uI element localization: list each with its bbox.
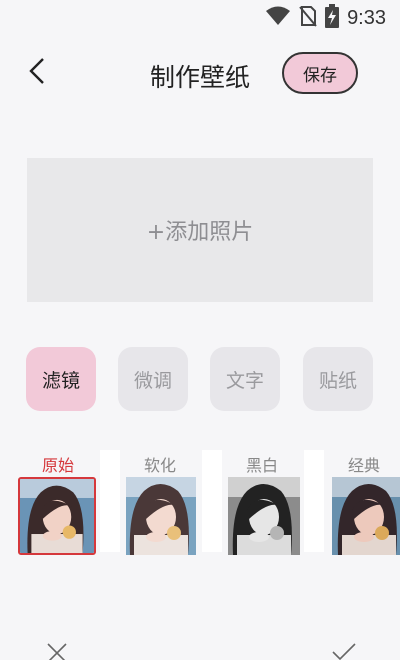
filter-label: 原始	[41, 456, 74, 475]
filter-list: 原始 软化 黑白 经典	[0, 450, 400, 556]
filter-bw[interactable]: 黑白	[222, 450, 302, 555]
status-bar: 9:33	[0, 0, 400, 36]
filter-thumbnail	[332, 477, 400, 555]
portrait-image	[20, 479, 94, 553]
add-photo-area[interactable]: +添加照片	[27, 158, 373, 302]
filter-classic[interactable]: 经典	[324, 450, 400, 555]
battery-charging-icon	[325, 4, 340, 32]
tab-text[interactable]: 文字	[210, 347, 280, 411]
check-icon	[332, 643, 356, 660]
portrait-image	[228, 477, 300, 555]
filter-thumbnail	[18, 477, 96, 555]
filter-label: 软化	[143, 456, 176, 475]
chevron-left-icon	[28, 57, 46, 89]
tab-filter[interactable]: 滤镜	[26, 347, 96, 411]
filter-soft[interactable]: 软化	[120, 450, 200, 555]
wifi-icon	[265, 6, 291, 30]
filter-label: 黑白	[245, 456, 278, 475]
filter-thumbnail	[228, 477, 300, 555]
status-icons: 9:33	[265, 4, 386, 32]
no-sim-icon	[299, 5, 317, 31]
portrait-image	[126, 477, 196, 555]
status-time: 9:33	[347, 6, 386, 29]
back-button[interactable]	[22, 58, 52, 88]
close-icon	[46, 643, 68, 660]
add-photo-label: +添加照片	[146, 220, 254, 245]
cancel-button[interactable]	[46, 642, 68, 660]
header: 制作壁纸 保存	[0, 48, 400, 100]
confirm-button[interactable]	[332, 642, 356, 660]
tab-sticker[interactable]: 贴纸	[303, 347, 373, 411]
tab-adjust[interactable]: 微调	[118, 347, 188, 411]
portrait-image	[332, 477, 400, 555]
filter-thumbnail	[126, 477, 196, 555]
filter-label: 经典	[347, 456, 380, 475]
edit-tabs: 滤镜 微调 文字 贴纸	[26, 347, 374, 411]
save-button[interactable]: 保存	[282, 52, 358, 94]
filter-original[interactable]: 原始	[18, 450, 98, 555]
bottom-bar	[0, 638, 400, 660]
